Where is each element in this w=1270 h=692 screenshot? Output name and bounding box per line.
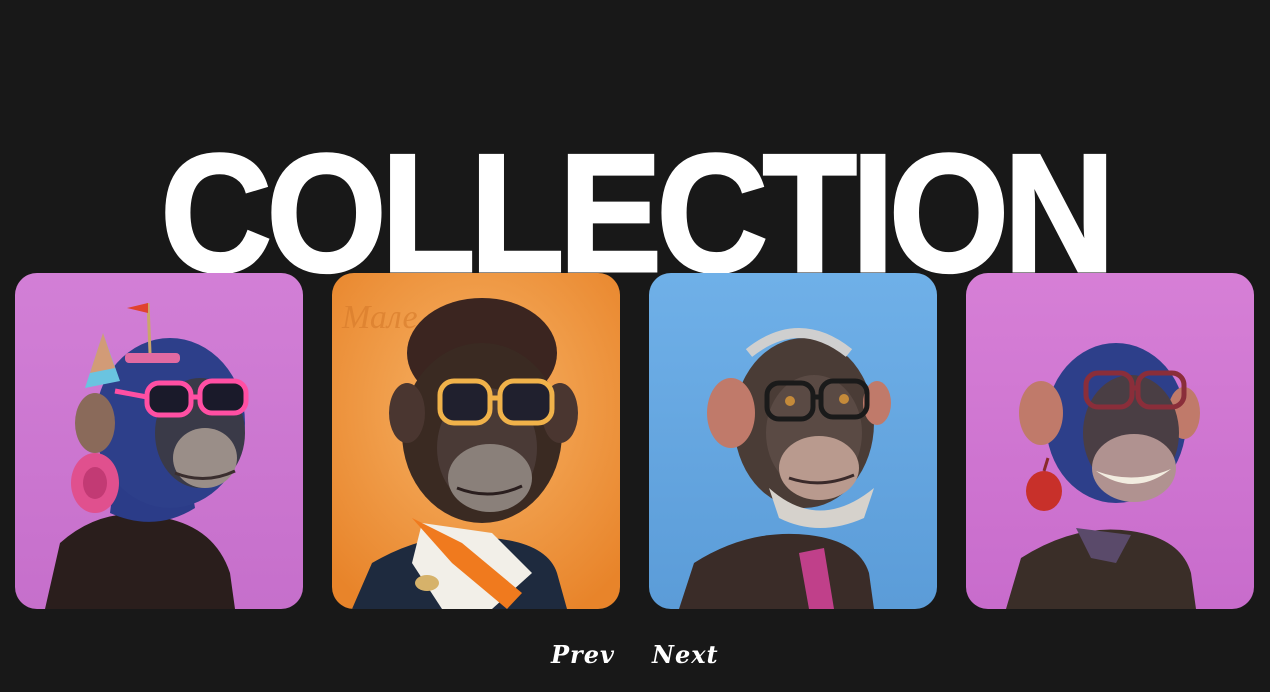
- ape-grin-image: [966, 273, 1254, 609]
- nft-card-4[interactable]: [966, 273, 1254, 609]
- collection-page: COLLECTION Мале Prev Next: [0, 0, 1270, 692]
- ape-gold-glasses-image: Мале: [332, 273, 620, 609]
- carousel-nav: Prev Next: [0, 640, 1270, 676]
- next-button[interactable]: Next: [652, 640, 719, 669]
- nft-card-3[interactable]: [649, 273, 937, 609]
- ape-party-hat-image: [15, 273, 303, 609]
- svg-text:Мале: Мале: [341, 299, 418, 336]
- nft-card-1[interactable]: [15, 273, 303, 609]
- prev-button[interactable]: Prev: [551, 640, 615, 669]
- nft-card-2[interactable]: Мале: [332, 273, 620, 609]
- collection-carousel: Мале: [15, 273, 1255, 609]
- ape-grey-beard-image: [649, 273, 937, 609]
